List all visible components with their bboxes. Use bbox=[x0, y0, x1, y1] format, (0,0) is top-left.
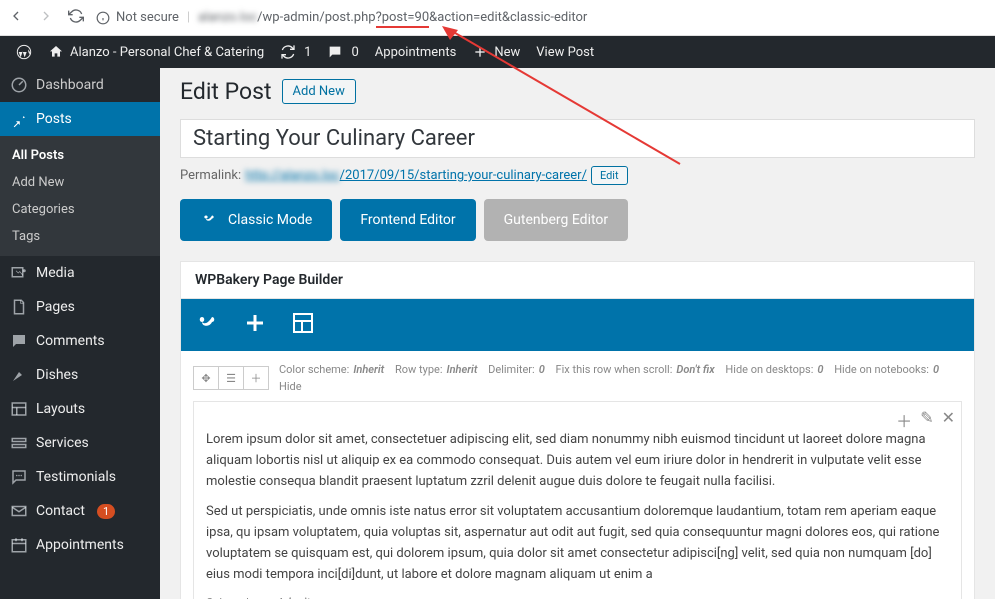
sidebar-item-contact[interactable]: Contact 1 bbox=[0, 494, 160, 528]
permalink-label: Permalink: bbox=[180, 168, 241, 183]
posts-submenu: All Posts Add New Categories Tags bbox=[0, 136, 160, 256]
gutenberg-editor-button[interactable]: Gutenberg Editor bbox=[484, 199, 629, 241]
col-edit-icon[interactable]: ✎ bbox=[920, 408, 933, 432]
wpbakery-title: WPBakery Page Builder bbox=[181, 262, 974, 299]
wp-logo[interactable] bbox=[8, 36, 40, 68]
add-new-button[interactable]: Add New bbox=[282, 79, 356, 104]
updates-link[interactable]: 1 bbox=[272, 36, 319, 68]
url-text: alanzo.loc/wp-admin/post.php?post=90&act… bbox=[198, 10, 587, 25]
admin-sidebar: Dashboard Posts All Posts Add New Catego… bbox=[0, 68, 160, 599]
col-add-icon[interactable]: ＋ bbox=[896, 408, 912, 432]
appointments-link[interactable]: Appointments bbox=[367, 36, 465, 68]
column-actions: ＋ ✎ ✕ bbox=[896, 408, 955, 432]
wordpress-icon bbox=[16, 44, 32, 60]
media-icon bbox=[10, 264, 28, 282]
testimonial-icon bbox=[10, 468, 28, 486]
sidebar-item-dashboard[interactable]: Dashboard bbox=[0, 68, 160, 102]
reload-icon[interactable] bbox=[68, 8, 84, 28]
updates-icon bbox=[280, 44, 296, 60]
content-area: Edit Post Add New Permalink: http://alan… bbox=[160, 68, 995, 599]
url-bar[interactable]: Not secure | alanzo.loc/wp-admin/post.ph… bbox=[96, 10, 987, 25]
layout-icon bbox=[10, 400, 28, 418]
sidebar-item-comments[interactable]: Comments bbox=[0, 324, 160, 358]
view-post-link[interactable]: View Post bbox=[528, 36, 602, 68]
permalink-link[interactable]: http://alanzo.loc/2017/09/15/starting-yo… bbox=[245, 168, 587, 183]
carrot-icon bbox=[10, 366, 28, 384]
sidebar-item-testimonials[interactable]: Testimonials bbox=[0, 460, 160, 494]
calendar-icon bbox=[10, 536, 28, 554]
page-icon bbox=[10, 298, 28, 316]
sidebar-item-layouts[interactable]: Layouts bbox=[0, 392, 160, 426]
sidebar-item-services[interactable]: Services bbox=[0, 426, 160, 460]
row-controls: ✥ ☰ ＋ Color scheme: Inherit Row type: In… bbox=[193, 363, 962, 393]
sidebar-item-media[interactable]: Media bbox=[0, 256, 160, 290]
move-icon[interactable]: ✥ bbox=[193, 366, 219, 390]
wp-admin-bar: Alanzo - Personal Chef & Catering 1 0 Ap… bbox=[0, 36, 995, 68]
comments-link[interactable]: 0 bbox=[319, 36, 366, 68]
add-element-icon[interactable] bbox=[243, 311, 267, 339]
new-content-link[interactable]: New bbox=[464, 36, 528, 68]
comment-icon bbox=[327, 44, 343, 60]
wpb-icon bbox=[200, 211, 218, 229]
row-meta: Color scheme: Inherit Row type: Inherit … bbox=[279, 363, 962, 393]
add-column-icon[interactable]: ＋ bbox=[243, 366, 269, 390]
contact-badge: 1 bbox=[97, 504, 115, 519]
text-block[interactable]: Lorem ipsum dolor sit amet, consectetuer… bbox=[206, 430, 949, 586]
row-container: ✥ ☰ ＋ Color scheme: Inherit Row type: In… bbox=[181, 351, 974, 599]
plus-icon bbox=[472, 44, 488, 60]
wpbakery-toolbar bbox=[181, 299, 974, 351]
col-delete-icon[interactable]: ✕ bbox=[942, 408, 955, 432]
column-container: ＋ ✎ ✕ Lorem ipsum dolor sit amet, consec… bbox=[193, 401, 962, 599]
wpbakery-panel: WPBakery Page Builder ✥ ☰ ＋ Color scheme… bbox=[180, 261, 975, 599]
text-para-2: Sed ut perspiciatis, unde omnis iste nat… bbox=[206, 502, 949, 585]
text-block-meta: Color scheme: Inherit bbox=[206, 596, 949, 599]
sidebar-item-dishes[interactable]: Dishes bbox=[0, 358, 160, 392]
sidebar-item-pages[interactable]: Pages bbox=[0, 290, 160, 324]
home-icon bbox=[48, 44, 64, 60]
dashboard-icon bbox=[10, 76, 28, 94]
editor-mode-buttons: Classic Mode Frontend Editor Gutenberg E… bbox=[180, 199, 975, 241]
sub-item-all-posts[interactable]: All Posts bbox=[0, 142, 160, 169]
comments-icon bbox=[10, 332, 28, 350]
forward-icon[interactable] bbox=[38, 8, 54, 28]
url-divider: | bbox=[187, 10, 190, 25]
not-secure-label: Not secure bbox=[116, 10, 179, 25]
back-icon[interactable] bbox=[8, 8, 24, 28]
sub-item-tags[interactable]: Tags bbox=[0, 223, 160, 250]
text-para-1: Lorem ipsum dolor sit amet, consectetuer… bbox=[206, 430, 949, 492]
post-title-input[interactable] bbox=[180, 119, 975, 158]
browser-bar: Not secure | alanzo.loc/wp-admin/post.ph… bbox=[0, 0, 995, 36]
classic-mode-button[interactable]: Classic Mode bbox=[180, 199, 332, 241]
frontend-editor-button[interactable]: Frontend Editor bbox=[340, 199, 475, 241]
services-icon bbox=[10, 434, 28, 452]
edit-permalink-button[interactable]: Edit bbox=[591, 166, 628, 185]
sub-item-categories[interactable]: Categories bbox=[0, 196, 160, 223]
info-icon bbox=[96, 11, 110, 25]
site-name-link[interactable]: Alanzo - Personal Chef & Catering bbox=[40, 36, 272, 68]
mail-icon bbox=[10, 502, 28, 520]
page-header: Edit Post Add New bbox=[180, 78, 975, 105]
permalink-row: Permalink: http://alanzo.loc/2017/09/15/… bbox=[180, 166, 975, 185]
page-title: Edit Post bbox=[180, 78, 272, 105]
columns-icon[interactable]: ☰ bbox=[218, 366, 244, 390]
template-icon[interactable] bbox=[291, 311, 315, 339]
sidebar-item-appointments[interactable]: Appointments bbox=[0, 528, 160, 562]
sub-item-add-new[interactable]: Add New bbox=[0, 169, 160, 196]
sidebar-item-posts[interactable]: Posts bbox=[0, 102, 160, 136]
pin-icon bbox=[10, 110, 28, 128]
wpb-logo-icon[interactable] bbox=[195, 311, 219, 339]
browser-nav bbox=[8, 8, 84, 28]
security-indicator[interactable]: Not secure bbox=[96, 10, 179, 25]
